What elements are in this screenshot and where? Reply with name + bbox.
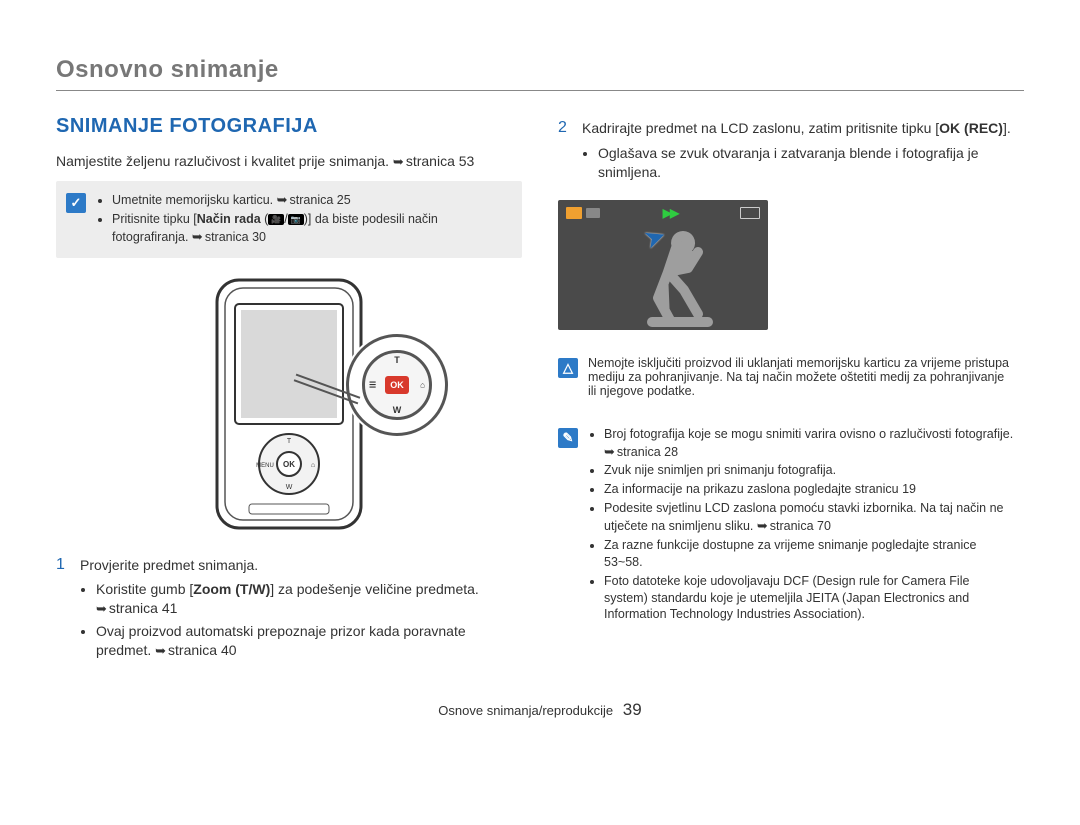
photo-mode-icon: 📷 [288, 214, 304, 225]
step-number: 1 [56, 556, 70, 664]
skateboarder-icon [638, 228, 728, 328]
note1-item2: Pritisnite tipku [Način rada (🎥/📷)] da b… [112, 211, 508, 246]
battery-icon [740, 207, 760, 219]
sd-card-icon [566, 207, 582, 219]
zoom-w-label: W [393, 405, 402, 415]
video-mode-icon: 🎥 [268, 214, 284, 225]
page-ref-icon [757, 519, 770, 533]
screen-status-bar: ▶▶ [566, 206, 760, 220]
info-icon: ✎ [558, 428, 578, 448]
step-number: 2 [558, 119, 572, 186]
svg-text:W: W [286, 484, 293, 491]
ok-button-callout: T W ☰ ⌂ OK [346, 334, 448, 436]
info-item-1: Zvuk nije snimljen pri snimanju fotograf… [604, 462, 1014, 479]
svg-text:MENU: MENU [256, 463, 274, 469]
page-ref-icon [277, 193, 290, 207]
page-ref-icon [192, 230, 205, 244]
svg-text:⌂: ⌂ [311, 462, 315, 469]
intro-paragraph: Namjestite željenu razlučivost i kvalite… [56, 152, 522, 171]
device-illustration: OK T W MENU ⌂ T W ☰ ⌂ OK [56, 274, 522, 534]
step-body: Kadrirajte predmet na LCD zaslonu, zatim… [582, 119, 1024, 186]
intro-ref: stranica 53 [406, 153, 474, 169]
svg-text:OK: OK [283, 460, 295, 469]
lcd-screen-preview: ▶▶ ➤ [558, 200, 768, 330]
step2-bullet1: Oglašava se zvuk otvaranja i zatvaranja … [598, 144, 1024, 182]
note1-item1: Umetnite memorijsku karticu. stranica 25 [112, 191, 508, 209]
prerequisite-note: ✓ Umetnite memorijsku karticu. stranica … [56, 181, 522, 258]
warning-icon: △ [558, 358, 578, 378]
check-icon: ✓ [66, 193, 86, 213]
step1-bullet2: Ovaj proizvod automatski prepoznaje priz… [96, 622, 522, 660]
page-ref-icon [155, 642, 168, 658]
camera-mode-icon [586, 208, 600, 218]
info-content: Broj fotografija koje se mogu snimiti va… [588, 426, 1014, 626]
intro-text: Namjestite željenu razlučivost i kvalite… [56, 153, 393, 169]
step-body: Provjerite predmet snimanja. Koristite g… [80, 556, 522, 664]
info-item-3: Podesite svjetlinu LCD zaslona pomoću st… [604, 500, 1014, 535]
page-ref-icon [393, 153, 406, 169]
step1-bullet1: Koristite gumb [Zoom (T/W)] za podešenje… [96, 580, 522, 618]
two-column-layout: SNIMANJE FOTOGRAFIJA Namjestite željenu … [56, 105, 1024, 670]
menu-label: ☰ [369, 380, 376, 389]
page-footer: Osnove snimanja/reprodukcije 39 [56, 700, 1024, 720]
page-number: 39 [623, 700, 642, 719]
section-title: SNIMANJE FOTOGRAFIJA [56, 115, 522, 138]
left-column: SNIMANJE FOTOGRAFIJA Namjestite željenu … [56, 105, 522, 670]
home-label: ⌂ [420, 380, 425, 389]
page-ref-icon [604, 445, 617, 459]
manual-page: Osnovno snimanje SNIMANJE FOTOGRAFIJA Na… [0, 0, 1080, 736]
zoom-t-label: T [394, 355, 400, 365]
fast-forward-icon: ▶▶ [663, 206, 677, 220]
info-item-5: Foto datoteke koje udovoljavaju DCF (Des… [604, 573, 1014, 624]
info-item-4: Za razne funkcije dostupne za vrijeme sn… [604, 537, 1014, 571]
info-note: ✎ Broj fotografija koje se mogu snimiti … [558, 420, 1024, 632]
warning-note: △ Nemojte isključiti proizvod ili uklanj… [558, 350, 1024, 404]
right-column: 2 Kadrirajte predmet na LCD zaslonu, zat… [558, 105, 1024, 670]
page-ref-icon [96, 600, 109, 616]
warning-text: Nemojte isključiti proizvod ili uklanjat… [588, 356, 1014, 398]
step-1: 1 Provjerite predmet snimanja. Koristite… [56, 556, 522, 664]
footer-chapter: Osnove snimanja/reprodukcije [438, 703, 613, 718]
info-item-2: Za informacije na prikazu zaslona pogled… [604, 481, 1014, 498]
control-ring: T W ☰ ⌂ OK [362, 350, 432, 420]
note-content: Umetnite memorijsku karticu. stranica 25… [96, 191, 508, 248]
step1-text: Provjerite predmet snimanja. [80, 557, 258, 573]
info-item-0: Broj fotografija koje se mogu snimiti va… [604, 426, 1014, 461]
title-rule [56, 90, 1024, 91]
svg-text:T: T [287, 438, 292, 445]
ok-rec-button: OK [385, 376, 409, 394]
step-2: 2 Kadrirajte predmet na LCD zaslonu, zat… [558, 119, 1024, 186]
page-title: Osnovno snimanje [56, 56, 1024, 84]
